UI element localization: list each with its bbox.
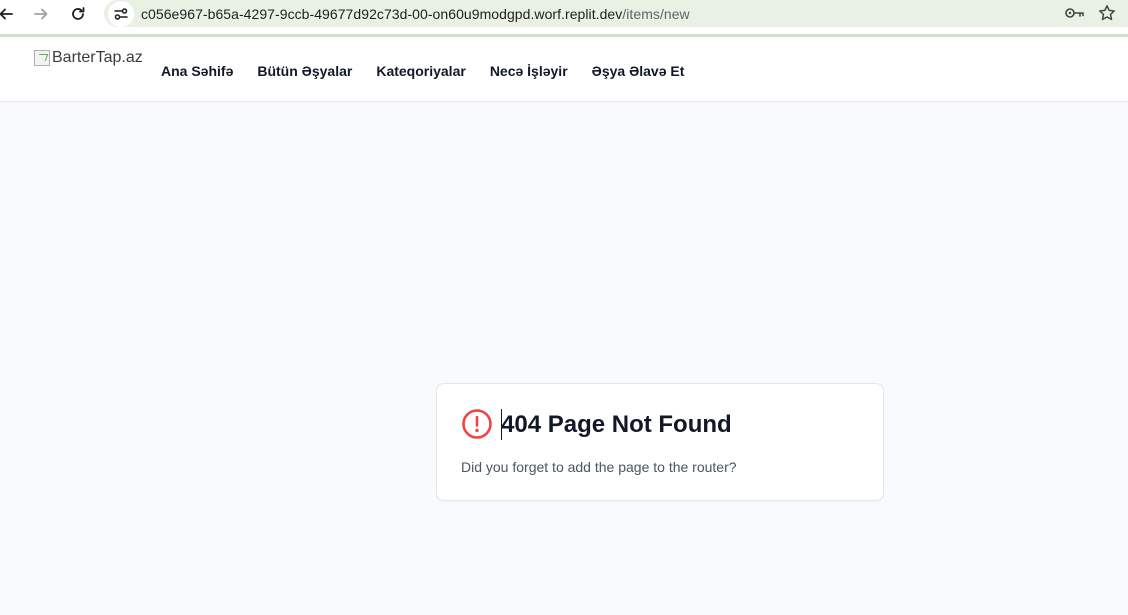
forward-arrow-icon bbox=[34, 8, 48, 20]
logo-alt-text: BarterTap.az bbox=[52, 49, 143, 66]
error-description: Did you forget to add the page to the ro… bbox=[461, 459, 737, 475]
browser-toolbar: c056e967-b65a-4297-9ccb-49677d92c73d-00-… bbox=[0, 0, 1128, 37]
nav-link-all-items[interactable]: Bütün Əşyalar bbox=[257, 63, 352, 79]
alert-circle-icon bbox=[462, 409, 492, 439]
back-button[interactable] bbox=[0, 3, 20, 25]
address-bar[interactable]: c056e967-b65a-4297-9ccb-49677d92c73d-00-… bbox=[104, 0, 1128, 27]
nav-link-add-item[interactable]: Əşya Əlavə Et bbox=[592, 63, 685, 79]
nav-link-categories[interactable]: Kateqoriyalar bbox=[376, 63, 465, 79]
url-path: /items/new bbox=[622, 6, 690, 22]
reload-button[interactable] bbox=[64, 3, 92, 25]
page-title: 404 Page Not Found bbox=[501, 411, 732, 438]
reload-icon bbox=[72, 7, 85, 20]
nav-link-how-it-works[interactable]: Necə İşləyir bbox=[490, 63, 568, 79]
url-text[interactable]: c056e967-b65a-4297-9ccb-49677d92c73d-00-… bbox=[141, 6, 690, 22]
logo-link[interactable]: BarterTap.az bbox=[34, 49, 143, 69]
star-icon[interactable] bbox=[1098, 4, 1116, 22]
url-host: c056e967-b65a-4297-9ccb-49677d92c73d-00-… bbox=[141, 6, 623, 22]
nav-link-home[interactable]: Ana Səhifə bbox=[161, 63, 233, 79]
main-nav: Ana Səhifə Bütün Əşyalar Kateqoriyalar N… bbox=[161, 63, 708, 79]
broken-image-icon bbox=[34, 50, 50, 66]
not-found-card: 404 Page Not Found Did you forget to add… bbox=[436, 383, 884, 501]
site-info-button[interactable] bbox=[108, 1, 134, 27]
back-arrow-icon bbox=[0, 8, 13, 20]
site-header: BarterTap.az Ana Səhifə Bütün Əşyalar Ka… bbox=[0, 37, 1128, 102]
site-info-icon bbox=[114, 8, 128, 20]
key-icon[interactable] bbox=[1065, 6, 1085, 20]
forward-button[interactable] bbox=[27, 3, 55, 25]
